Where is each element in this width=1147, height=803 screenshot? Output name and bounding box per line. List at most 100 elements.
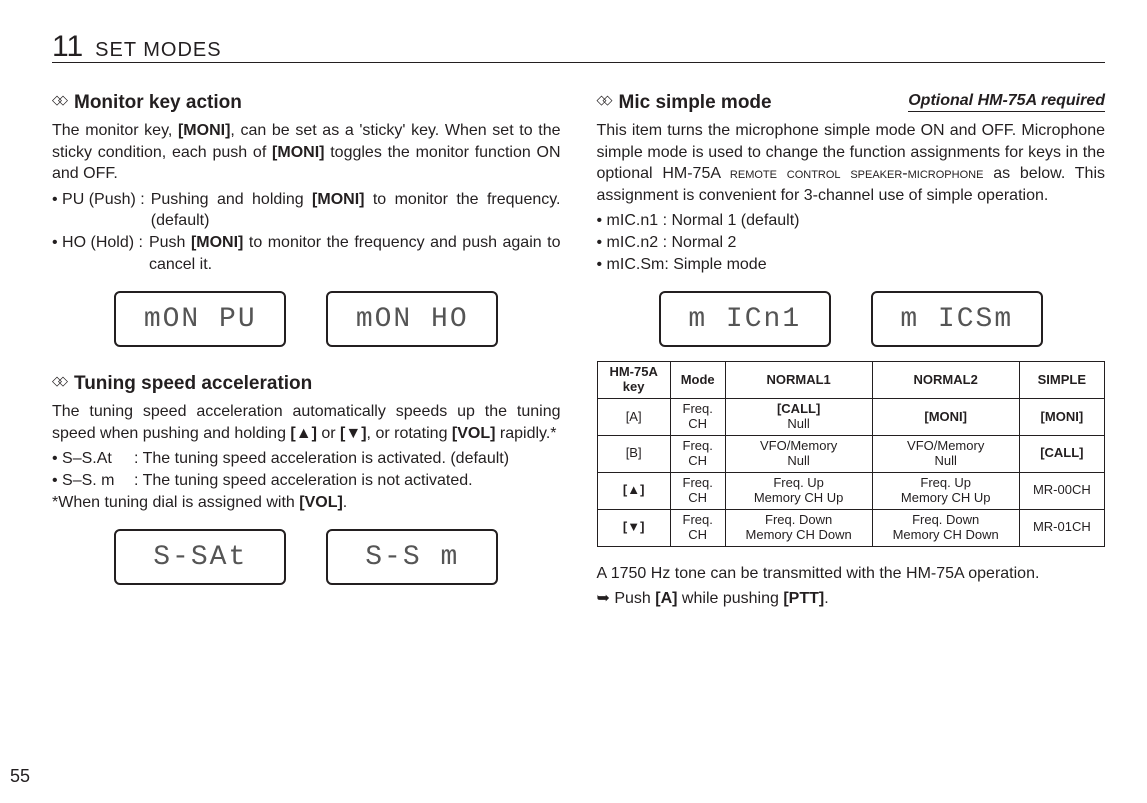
key-label: [VOL] [299, 494, 343, 511]
th-normal1: NORMAL1 [725, 362, 872, 399]
key-label: [MONI] [312, 191, 364, 208]
page-number: 55 [10, 766, 30, 787]
table-header-row: HM-75Akey Mode NORMAL1 NORMAL2 SIMPLE [597, 362, 1105, 399]
cell: Freq.CH [670, 435, 725, 472]
key-label: [MONI] [178, 122, 230, 139]
bullet-key: • S–S.At [52, 448, 128, 470]
bullet-key: • S–S. m [52, 470, 128, 492]
cell: [A] [597, 399, 670, 436]
tuning-bullets: • S–S.At : The tuning speed acceleration… [52, 448, 561, 491]
text: Freq. [675, 439, 721, 454]
diamond-icon: ◇◇ [52, 92, 64, 108]
text: Push [149, 234, 191, 251]
text: Freq. Up [877, 476, 1015, 491]
cell: [▼] [597, 509, 670, 546]
tuning-body: The tuning speed acceleration automatica… [52, 401, 561, 444]
page: 11 SET MODES ◇◇ Monitor key action The m… [0, 0, 1147, 803]
mic-bullets: • mIC.n1 : Normal 1 (default) • mIC.n2 :… [597, 210, 1106, 275]
lcd-display: m ICn1 [659, 291, 831, 347]
bullet-micn2: • mIC.n2 : Normal 2 [597, 232, 1106, 254]
bullet-ssm: • S–S. m : The tuning speed acceleration… [52, 470, 561, 492]
text: Freq. Down [877, 513, 1015, 528]
subtitle-monitor: Monitor key action [74, 92, 242, 114]
subtitle-mic: Mic simple mode [619, 92, 772, 114]
table-row: [▼] Freq.CH Freq. DownMemory CH Down Fre… [597, 509, 1105, 546]
lcd-row-tuning: S-SAt S-S m [52, 529, 561, 585]
text: [MONI] [924, 409, 967, 424]
bullet-value: Push [MONI] to monitor the frequency and… [149, 232, 561, 275]
text: *When tuning dial is assigned with [52, 494, 299, 511]
cell: [B] [597, 435, 670, 472]
th-normal2: NORMAL2 [872, 362, 1019, 399]
key-label: [▼] [340, 425, 367, 442]
text: CH [675, 454, 721, 469]
optional-note: Optional HM-75A required [908, 92, 1105, 112]
monitor-body: The monitor key, [MONI], can be set as a… [52, 120, 561, 185]
key-label: [A] [655, 590, 677, 607]
chapter-header: 11 SET MODES [52, 30, 1105, 64]
header-rule [52, 62, 1105, 63]
bullet-value: : The tuning speed acceleration is activ… [134, 448, 561, 470]
text: Freq. Down [730, 513, 868, 528]
text: [MONI] [1041, 409, 1084, 424]
cell: [▲] [597, 472, 670, 509]
lcd-display: mON HO [326, 291, 498, 347]
cell: Freq. UpMemory CH Up [725, 472, 872, 509]
right-column: ◇◇ Mic simple mode Optional HM-75A requi… [597, 92, 1106, 614]
key-label: [VOL] [452, 425, 496, 442]
key-label: [▲] [290, 425, 317, 442]
lcd-row-mic: m ICn1 m ICSm [597, 291, 1106, 347]
columns: ◇◇ Monitor key action The monitor key, [… [52, 92, 1105, 614]
cell: Freq. DownMemory CH Down [872, 509, 1019, 546]
bullet-key: • HO (Hold) : [52, 232, 143, 275]
cell: [CALL] [1019, 435, 1104, 472]
lcd-row-monitor: mON PU mON HO [52, 291, 561, 347]
footer-p2: ➥ Push [A] while pushing [PTT]. [597, 588, 1106, 610]
bullet-value: Pushing and holding [MONI] to monitor th… [151, 189, 561, 232]
bullet-micsm: • mIC.Sm: Simple mode [597, 254, 1106, 276]
text: Freq. [675, 402, 721, 417]
text: while pushing [677, 590, 783, 607]
text: Freq. [675, 513, 721, 528]
cell: Freq. UpMemory CH Up [872, 472, 1019, 509]
hm75a-table: HM-75Akey Mode NORMAL1 NORMAL2 SIMPLE [A… [597, 361, 1106, 546]
text: or [317, 425, 340, 442]
text: [▲] [623, 482, 645, 497]
text: . [824, 590, 828, 607]
mic-table: HM-75Akey Mode NORMAL1 NORMAL2 SIMPLE [A… [597, 361, 1106, 546]
th-key: HM-75Akey [597, 362, 670, 399]
text: Freq. Up [730, 476, 868, 491]
bullet-value: : The tuning speed acceleration is not a… [134, 470, 561, 492]
bullet-micn1: • mIC.n1 : Normal 1 (default) [597, 210, 1106, 232]
key-label: [MONI] [191, 234, 243, 251]
text: rapidly.* [495, 425, 556, 442]
cell: MR-01CH [1019, 509, 1104, 546]
text: ➥ Push [597, 590, 656, 607]
cell: Freq.CH [670, 399, 725, 436]
lcd-display: m ICSm [871, 291, 1043, 347]
th-simple: SIMPLE [1019, 362, 1104, 399]
cell: [MONI] [872, 399, 1019, 436]
left-column: ◇◇ Monitor key action The monitor key, [… [52, 92, 561, 614]
key-label: [PTT] [783, 590, 824, 607]
text: [▼] [623, 519, 645, 534]
text: key [602, 380, 666, 395]
text: CH [675, 417, 721, 432]
bullet-ho: • HO (Hold) : Push [MONI] to monitor the… [52, 232, 561, 275]
text: HM-75A [602, 365, 666, 380]
text: Pushing and holding [151, 191, 312, 208]
cell: Freq.CH [670, 472, 725, 509]
cell: Freq.CH [670, 509, 725, 546]
text: [CALL] [777, 401, 820, 416]
lcd-display: S-SAt [114, 529, 286, 585]
section-number: 11 [52, 30, 83, 64]
diamond-icon: ◇◇ [597, 92, 609, 108]
text: The monitor key, [52, 122, 178, 139]
subtitle-tuning: Tuning speed acceleration [74, 373, 312, 395]
cell: [CALL]Null [725, 399, 872, 436]
cell: Freq. DownMemory CH Down [725, 509, 872, 546]
key-label: [MONI] [272, 144, 324, 161]
monitor-bullets: • PU (Push) : Pushing and holding [MONI]… [52, 189, 561, 275]
text: CH [675, 491, 721, 506]
cell: VFO/MemoryNull [725, 435, 872, 472]
